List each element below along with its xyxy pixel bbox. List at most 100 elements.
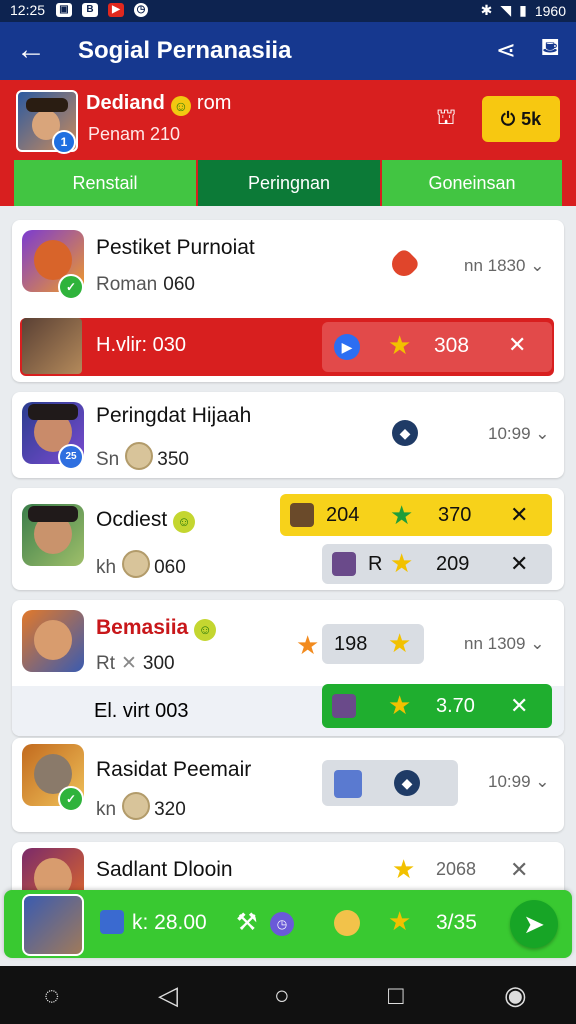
close-icon[interactable]: ✕	[508, 332, 526, 358]
game-card[interactable]: ✓ Pestiket Purnoiat Roman 060 nn 1830 ⌄ H…	[12, 220, 564, 382]
reward-pill-yellow[interactable]: 204 ★ 370 ✕	[280, 494, 552, 536]
game-title: Sadlant Dlooin	[96, 858, 233, 881]
game-title: Peringdat Hijaah	[96, 404, 252, 427]
game-subtitle: Rt ✕ 300	[96, 652, 175, 675]
mid-pill[interactable]: 198 ★	[322, 624, 424, 664]
reward-pill-grey[interactable]: R ★ 209 ✕	[322, 544, 552, 584]
reward-pill-green[interactable]: ★ 3.70 ✕	[322, 684, 552, 728]
chevron-down-icon[interactable]: ⌄	[535, 772, 549, 791]
row-label: H.vlir: 030	[96, 334, 186, 357]
row-label-text: El. virt	[94, 700, 150, 722]
assistant-icon[interactable]: ◌	[44, 980, 59, 1011]
home-icon[interactable]: ○	[274, 980, 290, 1011]
coin-value: 5k	[521, 108, 542, 129]
timer-icon: ◷	[270, 912, 294, 936]
subtitle-label: kn	[96, 799, 117, 820]
youtube-icon: ▶	[108, 3, 124, 17]
subtitle-value: 350	[157, 449, 189, 470]
cta-avatar	[22, 894, 84, 956]
verified-badge: ✓	[58, 274, 84, 300]
tab-goneinsan[interactable]: Goneinsan	[382, 160, 562, 206]
status-bar: 12:25 ▣ B ▶ ◷ ✱ ◥ ▮ 1960	[0, 0, 576, 22]
smiley-icon: ☺	[173, 511, 196, 533]
subtitle-label: Rt	[96, 653, 115, 674]
shield-icon: ◆	[394, 770, 420, 796]
thumb-icon	[332, 694, 356, 718]
mid-value: 198	[334, 633, 368, 655]
meta-text: nn 1830	[464, 256, 526, 275]
bottom-action-bar[interactable]: k: 28.00 ⚒ ◷ ★ 3/35 ➤	[4, 890, 572, 958]
cart-icon[interactable]: ⛾	[540, 34, 560, 64]
profile-name-tail: rom	[196, 92, 232, 114]
gem-icon	[387, 247, 421, 281]
pill-score: 370	[438, 504, 472, 526]
hammer-icon: ⚒	[236, 909, 258, 936]
game-icon-hat	[28, 404, 78, 420]
game-card[interactable]: 25 Peringdat Hijaah Sn 350 ◆ 10:99 ⌄	[12, 392, 564, 478]
media-pill[interactable]: ◆	[322, 760, 458, 806]
subtitle-value: 060	[154, 557, 186, 578]
back-icon[interactable]: ◁	[158, 980, 178, 1011]
thumb-icon	[290, 503, 314, 527]
profile-nav-icon[interactable]: ◉	[504, 980, 527, 1011]
coin-icon	[122, 792, 151, 820]
tab-bar: Renstail Peringnan Goneinsan	[0, 160, 576, 206]
recents-icon[interactable]: □	[388, 980, 404, 1011]
coin-icon	[125, 442, 154, 470]
row-value: 030	[152, 334, 187, 356]
tab-renstail[interactable]: Renstail	[14, 160, 196, 206]
subtitle-value: 320	[154, 799, 186, 820]
pill-score: 3.70	[436, 695, 475, 717]
close-icon[interactable]: ✕	[510, 551, 528, 577]
game-meta: 10:99 ⌄	[488, 772, 550, 792]
star-icon: ★	[388, 690, 412, 720]
notification-icon: ▣	[56, 3, 72, 17]
profile-header: 1 Dediand ☺ rom Penam 210 ⛫ ⏻ 5k	[0, 80, 576, 160]
back-arrow-icon[interactable]: ←	[16, 32, 46, 68]
game-title: Ocdiest ☺	[96, 508, 196, 533]
status-time: 12:25	[10, 2, 46, 18]
app-bar: ← Sogial Pernanasiia ⋖ ⛾	[0, 22, 576, 80]
star-icon: ★	[390, 500, 414, 530]
notification-icon: B	[82, 3, 98, 17]
thumb-icon	[334, 770, 362, 798]
level-badge: 1	[52, 130, 76, 154]
game-icon-figure	[34, 620, 72, 660]
pill-score: 209	[436, 553, 470, 575]
game-card[interactable]: ✓ Rasidat Peemair kn 320 ◆ 10:99 ⌄	[12, 738, 564, 832]
active-row[interactable]: H.vlir: 030 ▶ ★ 308 ✕	[20, 318, 554, 376]
coin-icon	[122, 550, 151, 578]
chevron-down-icon[interactable]: ⌄	[535, 424, 549, 443]
share-icon[interactable]: ⋖	[496, 36, 516, 65]
gift-icon[interactable]: ⛫	[436, 104, 462, 130]
close-icon[interactable]: ✕	[510, 502, 528, 528]
swords-icon: ✕	[121, 653, 137, 674]
row-strip[interactable]: El. virt 003 ★ 3.70 ✕	[12, 684, 564, 736]
close-icon[interactable]: ✕	[510, 857, 528, 883]
game-subtitle: kh 060	[96, 550, 186, 579]
game-card[interactable]: Bemasiia ☺ Rt ✕ 300 ★ 198 ★ nn 1309 ⌄ El. …	[12, 600, 564, 736]
subtitle-label: Roman	[96, 274, 158, 295]
close-icon[interactable]: ✕	[510, 693, 528, 719]
smiley-icon: ☺	[194, 619, 217, 641]
level-badge: 25	[58, 444, 84, 470]
game-subtitle: Roman 060	[96, 274, 195, 296]
subtitle-value: 060	[163, 274, 195, 295]
row-value: 003	[155, 700, 189, 722]
smiley-icon: ☺	[170, 96, 191, 116]
play-icon[interactable]: ▶	[334, 334, 360, 360]
tab-peringnan[interactable]: Peringnan	[198, 160, 380, 206]
chevron-down-icon[interactable]: ⌄	[530, 256, 544, 275]
subtitle-label: kh	[96, 557, 117, 578]
send-button[interactable]: ➤	[510, 900, 558, 948]
game-title: Bemasiia ☺	[96, 616, 217, 641]
row-score: 308	[434, 334, 470, 357]
chevron-down-icon[interactable]: ⌄	[530, 634, 544, 653]
subtitle-value: 300	[142, 653, 175, 674]
timer-icon: ⏻	[500, 108, 516, 129]
star-icon: ★	[390, 548, 414, 578]
game-subtitle: kn 320	[96, 792, 186, 821]
game-card[interactable]: Ocdiest ☺ kh 060 204 ★ 370 ✕ R ★ 209 ✕	[12, 488, 564, 590]
coin-button[interactable]: ⏻ 5k	[482, 96, 560, 142]
wifi-icon: ◥	[500, 2, 512, 18]
